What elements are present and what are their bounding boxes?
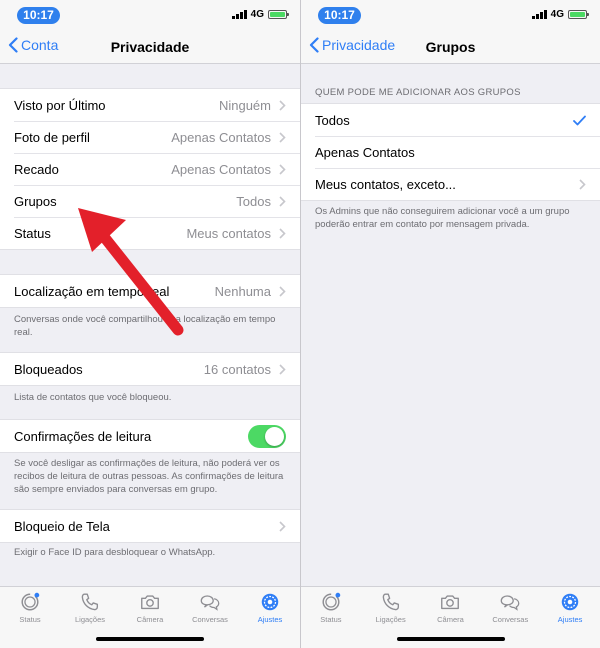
home-indicator[interactable] xyxy=(96,637,204,641)
row-label: Foto de perfil xyxy=(14,129,90,145)
annotation-arrow-icon xyxy=(78,208,184,336)
tab-status[interactable]: Status xyxy=(0,591,60,627)
phone-icon xyxy=(81,593,99,611)
chat-icon xyxy=(500,595,520,611)
chevron-right-icon xyxy=(279,195,286,207)
screen-lock-group: Bloqueio de Tela xyxy=(0,509,300,543)
option-label: Apenas Contatos xyxy=(315,144,415,160)
status-bar: 10:17 4G xyxy=(301,0,600,30)
row-label: Recado xyxy=(14,161,59,177)
status-icon xyxy=(21,592,40,611)
nav-bar: Conta Privacidade xyxy=(0,30,300,64)
row-screen-lock[interactable]: Bloqueio de Tela xyxy=(0,510,300,542)
tab-bar: Status Ligações Câmera Conversas Ajustes xyxy=(301,586,600,648)
group-add-options: Todos Apenas Contatos Meus contatos, exc… xyxy=(301,103,600,201)
row-value: Apenas Contatos xyxy=(171,161,271,177)
tab-status[interactable]: Status xyxy=(301,591,361,627)
read-receipts-toggle[interactable] xyxy=(248,424,286,448)
phone-icon xyxy=(382,593,399,611)
read-receipts-footer: Se você desligar as confirmações de leit… xyxy=(14,458,284,495)
gear-icon xyxy=(261,593,279,611)
chevron-right-icon xyxy=(279,285,286,297)
chevron-right-icon xyxy=(279,227,286,239)
chevron-right-icon xyxy=(279,520,286,532)
row-value: Ninguém xyxy=(218,97,271,113)
network-type: 4G xyxy=(550,9,564,20)
tab-label: Ligações xyxy=(74,615,106,624)
read-receipts-group: Confirmações de leitura xyxy=(0,419,300,453)
row-blocked[interactable]: Bloqueados 16 contatos xyxy=(0,353,300,385)
privacy-screen: 10:17 4G Conta Privacidade Visto por Últ… xyxy=(0,0,300,648)
screen-lock-footer: Exigir o Face ID para desbloquear o What… xyxy=(14,547,216,558)
network-type: 4G xyxy=(250,9,264,20)
tab-camera[interactable]: Câmera xyxy=(421,591,481,627)
signal-icon xyxy=(231,10,247,19)
option-label: Meus contatos, exceto... xyxy=(315,176,456,192)
row-label: Confirmações de leitura xyxy=(14,428,152,444)
chevron-right-icon xyxy=(279,363,286,375)
toggle-knob xyxy=(265,426,284,446)
tab-chats[interactable]: Conversas xyxy=(180,591,240,627)
tab-label: Ligações xyxy=(375,615,406,624)
option-everyone[interactable]: Todos xyxy=(301,104,600,136)
row-last-seen[interactable]: Visto por Último Ninguém xyxy=(0,89,300,121)
tab-calls[interactable]: Ligações xyxy=(60,591,120,627)
signal-icon xyxy=(531,10,547,19)
option-my-contacts-except[interactable]: Meus contatos, exceto... xyxy=(301,168,600,200)
page-title: Privacidade xyxy=(110,39,190,55)
tab-label: Ajustes xyxy=(557,615,583,624)
battery-icon xyxy=(568,10,589,19)
tab-label: Status xyxy=(320,615,342,624)
chat-icon xyxy=(200,595,220,611)
tab-label: Conversas xyxy=(492,615,529,624)
row-read-receipts: Confirmações de leitura xyxy=(0,420,300,452)
section-header: QUEM PODE ME ADICIONAR AOS GRUPOS xyxy=(315,87,521,98)
status-time[interactable]: 10:17 xyxy=(318,7,361,24)
row-label: Visto por Último xyxy=(14,97,106,113)
tab-bar: Status Ligações Câmera Conversas Ajustes xyxy=(0,586,300,648)
tab-label: Ajustes xyxy=(257,615,283,624)
row-profile-photo[interactable]: Foto de perfil Apenas Contatos xyxy=(0,121,300,153)
chevron-right-icon xyxy=(279,163,286,175)
nav-bar: Privacidade Grupos xyxy=(301,30,600,64)
chevron-right-icon xyxy=(279,131,286,143)
camera-icon xyxy=(141,595,159,610)
blocked-group: Bloqueados 16 contatos xyxy=(0,352,300,386)
row-about[interactable]: Recado Apenas Contatos xyxy=(0,153,300,185)
checkmark-icon xyxy=(573,115,586,125)
row-value: 16 contatos xyxy=(203,361,271,377)
tab-label: Câmera xyxy=(136,615,164,624)
tab-label: Status xyxy=(19,615,41,624)
battery-icon xyxy=(268,10,289,19)
camera-icon xyxy=(441,595,460,610)
status-bar: 10:17 4G xyxy=(0,0,300,30)
row-label: Bloqueio de Tela xyxy=(14,518,110,534)
row-value: Apenas Contatos xyxy=(171,129,271,145)
row-value: Nenhuma xyxy=(214,283,271,299)
page-title: Grupos xyxy=(425,39,476,55)
tab-calls[interactable]: Ligações xyxy=(361,591,421,627)
row-label: Bloqueados xyxy=(14,361,83,377)
option-label: Todos xyxy=(315,112,350,128)
row-value: Todos xyxy=(236,193,271,209)
tab-settings[interactable]: Ajustes xyxy=(240,591,300,627)
tab-chats[interactable]: Conversas xyxy=(480,591,540,627)
blocked-footer: Lista de contatos que você bloqueou. xyxy=(14,392,172,403)
tab-settings[interactable]: Ajustes xyxy=(540,591,600,627)
groups-footer: Os Admins que não conseguirem adicionar … xyxy=(315,206,570,230)
chevron-right-icon xyxy=(579,178,586,190)
chevron-right-icon xyxy=(279,99,286,111)
option-my-contacts[interactable]: Apenas Contatos xyxy=(301,136,600,168)
tab-label: Câmera xyxy=(437,615,464,624)
home-indicator[interactable] xyxy=(396,637,505,641)
tab-camera[interactable]: Câmera xyxy=(120,591,180,627)
gear-icon xyxy=(561,593,579,611)
tab-label: Conversas xyxy=(192,615,228,624)
status-icon xyxy=(322,592,341,611)
groups-screen: 10:17 4G Privacidade Grupos QUEM PODE ME… xyxy=(301,0,600,648)
status-time[interactable]: 10:17 xyxy=(17,7,60,24)
